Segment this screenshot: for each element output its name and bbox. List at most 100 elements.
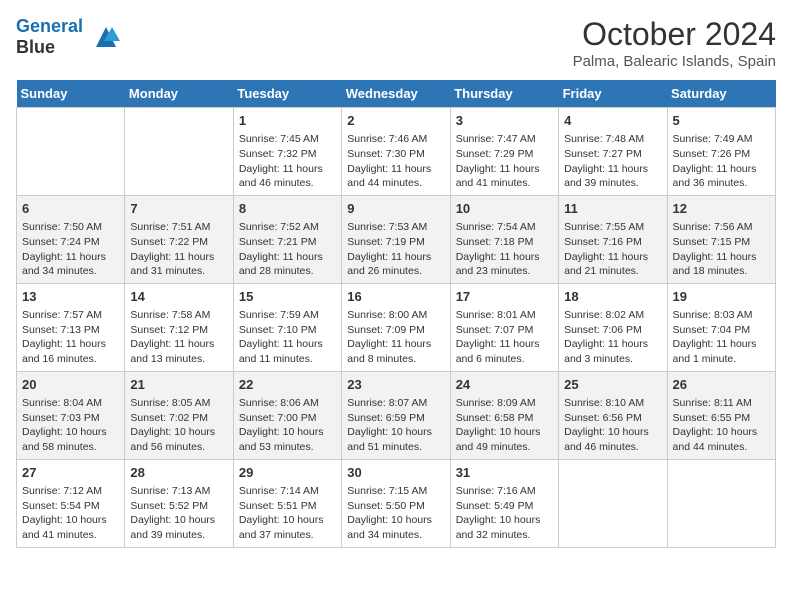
week-row-0: 1 Sunrise: 7:45 AMSunset: 7:32 PMDaylight…	[17, 108, 776, 196]
day-info: Sunrise: 8:04 AMSunset: 7:03 PMDaylight:…	[22, 396, 119, 455]
day-number: 26	[673, 376, 770, 394]
day-number: 27	[22, 464, 119, 482]
day-info: Sunrise: 8:00 AMSunset: 7:09 PMDaylight:…	[347, 308, 444, 367]
week-row-2: 13Sunrise: 7:57 AMSunset: 7:13 PMDayligh…	[17, 283, 776, 371]
day-number: 2	[347, 112, 444, 130]
day-info: Sunrise: 8:03 AMSunset: 7:04 PMDaylight:…	[673, 308, 770, 367]
day-cell: 21 Sunrise: 8:05 AMSunset: 7:02 PMDayligh…	[125, 371, 233, 459]
logo: GeneralBlue	[16, 16, 122, 57]
day-cell: 4 Sunrise: 7:48 AMSunset: 7:27 PMDaylight…	[559, 108, 667, 196]
day-number: 21	[130, 376, 227, 394]
day-cell: 12 Sunrise: 7:56 AMSunset: 7:15 PMDayligh…	[667, 195, 775, 283]
day-info: Sunrise: 7:51 AMSunset: 7:22 PMDaylight:…	[130, 220, 227, 279]
day-info: Sunrise: 8:07 AMSunset: 6:59 PMDaylight:…	[347, 396, 444, 455]
day-number: 3	[456, 112, 553, 130]
day-cell: 10Sunrise: 7:54 AMSunset: 7:18 PMDayligh…	[450, 195, 558, 283]
day-info: Sunrise: 7:59 AMSunset: 7:10 PMDaylight:…	[239, 308, 336, 367]
header-cell-thursday: Thursday	[450, 80, 558, 108]
day-info: Sunrise: 7:13 AMSunset: 5:52 PMDaylight:…	[130, 484, 227, 543]
day-number: 25	[564, 376, 661, 394]
day-cell: 28 Sunrise: 7:13 AMSunset: 5:52 PMDayligh…	[125, 459, 233, 547]
day-number: 20	[22, 376, 119, 394]
week-row-3: 20 Sunrise: 8:04 AMSunset: 7:03 PMDayligh…	[17, 371, 776, 459]
day-number: 22	[239, 376, 336, 394]
day-info: Sunrise: 7:45 AMSunset: 7:32 PMDaylight:…	[239, 132, 336, 191]
logo-icon	[86, 19, 122, 55]
day-cell: 30Sunrise: 7:15 AMSunset: 5:50 PMDayligh…	[342, 459, 450, 547]
day-cell: 18 Sunrise: 8:02 AMSunset: 7:06 PMDayligh…	[559, 283, 667, 371]
header-cell-wednesday: Wednesday	[342, 80, 450, 108]
day-number: 30	[347, 464, 444, 482]
day-number: 24	[456, 376, 553, 394]
header-cell-tuesday: Tuesday	[233, 80, 341, 108]
day-number: 16	[347, 288, 444, 306]
day-cell: 17Sunrise: 8:01 AMSunset: 7:07 PMDayligh…	[450, 283, 558, 371]
page-header: GeneralBlue October 2024 Palma, Balearic…	[16, 16, 776, 70]
day-cell: 20 Sunrise: 8:04 AMSunset: 7:03 PMDayligh…	[17, 371, 125, 459]
day-info: Sunrise: 7:16 AMSunset: 5:49 PMDaylight:…	[456, 484, 553, 543]
day-cell: 24 Sunrise: 8:09 AMSunset: 6:58 PMDayligh…	[450, 371, 558, 459]
day-number: 12	[673, 200, 770, 218]
day-cell: 29 Sunrise: 7:14 AMSunset: 5:51 PMDayligh…	[233, 459, 341, 547]
day-number: 1	[239, 112, 336, 130]
day-number: 28	[130, 464, 227, 482]
week-row-4: 27 Sunrise: 7:12 AMSunset: 5:54 PMDayligh…	[17, 459, 776, 547]
day-info: Sunrise: 8:11 AMSunset: 6:55 PMDaylight:…	[673, 396, 770, 455]
calendar-title: October 2024	[573, 16, 776, 53]
day-cell: 6 Sunrise: 7:50 AMSunset: 7:24 PMDaylight…	[17, 195, 125, 283]
day-info: Sunrise: 7:49 AMSunset: 7:26 PMDaylight:…	[673, 132, 770, 191]
day-cell: 22 Sunrise: 8:06 AMSunset: 7:00 PMDayligh…	[233, 371, 341, 459]
day-number: 4	[564, 112, 661, 130]
day-cell	[667, 459, 775, 547]
day-cell: 31Sunrise: 7:16 AMSunset: 5:49 PMDayligh…	[450, 459, 558, 547]
day-info: Sunrise: 8:09 AMSunset: 6:58 PMDaylight:…	[456, 396, 553, 455]
day-cell: 15Sunrise: 7:59 AMSunset: 7:10 PMDayligh…	[233, 283, 341, 371]
day-cell: 14Sunrise: 7:58 AMSunset: 7:12 PMDayligh…	[125, 283, 233, 371]
day-cell: 25Sunrise: 8:10 AMSunset: 6:56 PMDayligh…	[559, 371, 667, 459]
day-info: Sunrise: 7:57 AMSunset: 7:13 PMDaylight:…	[22, 308, 119, 367]
day-info: Sunrise: 7:48 AMSunset: 7:27 PMDaylight:…	[564, 132, 661, 191]
day-cell: 11Sunrise: 7:55 AMSunset: 7:16 PMDayligh…	[559, 195, 667, 283]
day-info: Sunrise: 8:06 AMSunset: 7:00 PMDaylight:…	[239, 396, 336, 455]
day-cell	[559, 459, 667, 547]
calendar-table: SundayMondayTuesdayWednesdayThursdayFrid…	[16, 80, 776, 548]
day-cell: 9 Sunrise: 7:53 AMSunset: 7:19 PMDaylight…	[342, 195, 450, 283]
day-cell: 8 Sunrise: 7:52 AMSunset: 7:21 PMDaylight…	[233, 195, 341, 283]
day-number: 17	[456, 288, 553, 306]
day-cell: 7 Sunrise: 7:51 AMSunset: 7:22 PMDaylight…	[125, 195, 233, 283]
title-block: October 2024 Palma, Balearic Islands, Sp…	[573, 16, 776, 70]
header-cell-friday: Friday	[559, 80, 667, 108]
header-row: SundayMondayTuesdayWednesdayThursdayFrid…	[17, 80, 776, 108]
day-info: Sunrise: 7:47 AMSunset: 7:29 PMDaylight:…	[456, 132, 553, 191]
day-cell: 19Sunrise: 8:03 AMSunset: 7:04 PMDayligh…	[667, 283, 775, 371]
day-cell: 13Sunrise: 7:57 AMSunset: 7:13 PMDayligh…	[17, 283, 125, 371]
day-number: 29	[239, 464, 336, 482]
day-cell: 27 Sunrise: 7:12 AMSunset: 5:54 PMDayligh…	[17, 459, 125, 547]
day-info: Sunrise: 7:50 AMSunset: 7:24 PMDaylight:…	[22, 220, 119, 279]
day-info: Sunrise: 8:05 AMSunset: 7:02 PMDaylight:…	[130, 396, 227, 455]
logo-text: GeneralBlue	[16, 16, 83, 57]
day-info: Sunrise: 7:14 AMSunset: 5:51 PMDaylight:…	[239, 484, 336, 543]
day-cell	[17, 108, 125, 196]
day-info: Sunrise: 7:52 AMSunset: 7:21 PMDaylight:…	[239, 220, 336, 279]
day-cell: 16 Sunrise: 8:00 AMSunset: 7:09 PMDayligh…	[342, 283, 450, 371]
day-number: 11	[564, 200, 661, 218]
day-info: Sunrise: 7:12 AMSunset: 5:54 PMDaylight:…	[22, 484, 119, 543]
header-cell-sunday: Sunday	[17, 80, 125, 108]
day-number: 18	[564, 288, 661, 306]
header-cell-monday: Monday	[125, 80, 233, 108]
day-number: 8	[239, 200, 336, 218]
day-info: Sunrise: 7:58 AMSunset: 7:12 PMDaylight:…	[130, 308, 227, 367]
day-info: Sunrise: 7:54 AMSunset: 7:18 PMDaylight:…	[456, 220, 553, 279]
day-info: Sunrise: 7:53 AMSunset: 7:19 PMDaylight:…	[347, 220, 444, 279]
day-info: Sunrise: 7:56 AMSunset: 7:15 PMDaylight:…	[673, 220, 770, 279]
day-number: 5	[673, 112, 770, 130]
day-info: Sunrise: 7:46 AMSunset: 7:30 PMDaylight:…	[347, 132, 444, 191]
day-number: 9	[347, 200, 444, 218]
day-cell: 2 Sunrise: 7:46 AMSunset: 7:30 PMDaylight…	[342, 108, 450, 196]
day-info: Sunrise: 8:02 AMSunset: 7:06 PMDaylight:…	[564, 308, 661, 367]
calendar-subtitle: Palma, Balearic Islands, Spain	[573, 53, 776, 70]
day-number: 7	[130, 200, 227, 218]
header-cell-saturday: Saturday	[667, 80, 775, 108]
day-number: 6	[22, 200, 119, 218]
